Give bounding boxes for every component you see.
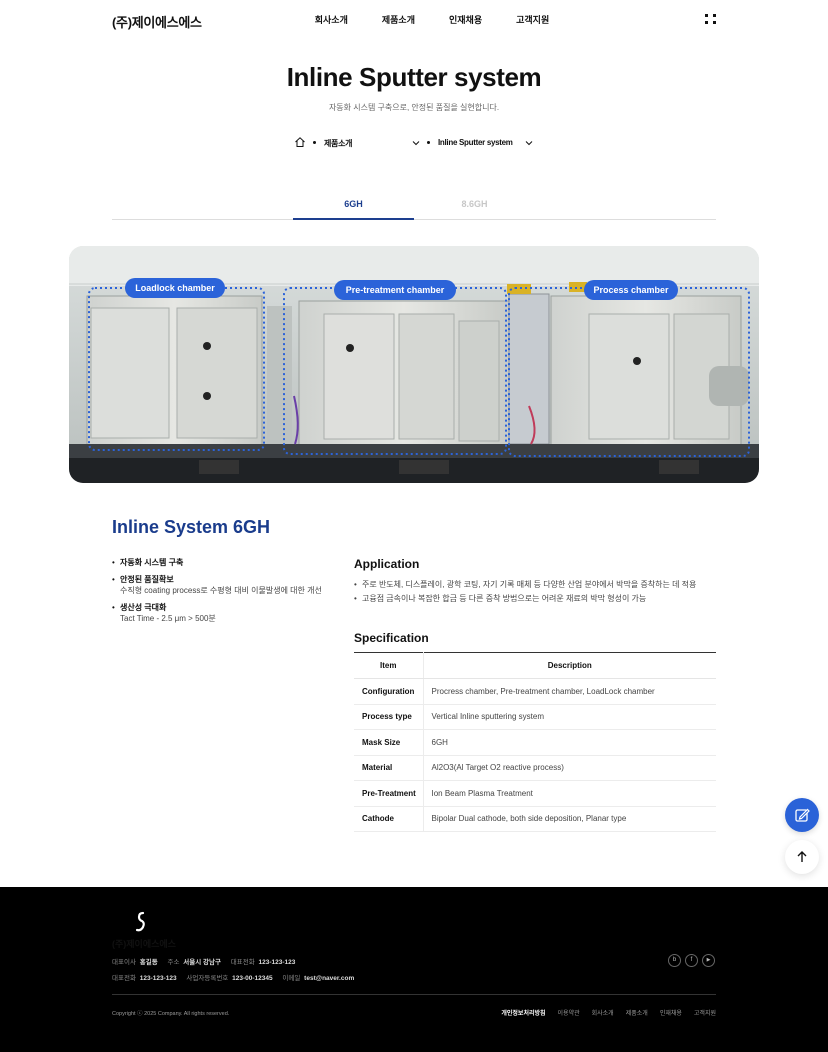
product-title: Inline System 6GH bbox=[112, 517, 271, 537]
footer-link-support[interactable]: 고객지원 bbox=[694, 1008, 716, 1017]
spec-desc: Bipolar Dual cathode, both side depositi… bbox=[423, 806, 716, 832]
scroll-top-button[interactable] bbox=[785, 840, 819, 874]
list-item: • 고융점 금속이나 복잡한 합금 등 다른 증착 방법으로는 어려운 재료의 박… bbox=[354, 592, 716, 606]
application-heading: Application bbox=[354, 557, 420, 571]
application-list: • 주로 반도체, 디스플레이, 광학 코팅, 자기 기록 매체 등 다양한 산업… bbox=[354, 578, 716, 606]
spec-desc: Vertical Inline sputtering system bbox=[423, 704, 716, 730]
table-row: Material Al2O3(Al Target O2 reactive proc… bbox=[354, 755, 716, 781]
spec-desc: Ion Beam Plasma Treatment bbox=[423, 780, 716, 807]
spec-item: Material bbox=[354, 755, 424, 781]
footer bbox=[0, 887, 828, 1052]
info-label: 대표이사 bbox=[112, 959, 136, 966]
page-title: Inline Sputter system bbox=[286, 62, 542, 92]
footer-link-privacy[interactable]: 개인정보처리방침 bbox=[501, 1008, 545, 1017]
spec-desc: Al2O3(Al Target O2 reactive process) bbox=[423, 755, 716, 781]
info-label: 사업자등록번호 bbox=[186, 975, 229, 982]
application-text: 주로 반도체, 디스플레이, 광학 코팅, 자기 기록 매체 등 다양한 산업 … bbox=[362, 580, 697, 589]
spec-item: Cathode bbox=[354, 806, 424, 832]
youtube-icon[interactable]: ▶ bbox=[702, 954, 715, 967]
footer-link-terms[interactable]: 이용약관 bbox=[558, 1008, 580, 1017]
spec-item: Mask Size bbox=[354, 729, 424, 756]
tab-active-indicator bbox=[293, 218, 414, 220]
breadcrumb-separator bbox=[427, 141, 430, 144]
nav-item-products[interactable]: 제품소개 bbox=[382, 13, 415, 26]
info-label: 대표전화 bbox=[230, 959, 255, 966]
chevron-down-icon[interactable] bbox=[524, 138, 534, 148]
info-value: 123-123-123 bbox=[258, 959, 296, 966]
list-item: • 주로 반도체, 디스플레이, 광학 코팅, 자기 기록 매체 등 다양한 산업… bbox=[354, 578, 716, 592]
footer-logo[interactable]: (주)제이에스에스 bbox=[112, 937, 176, 950]
breadcrumb-separator bbox=[313, 141, 316, 144]
nav-item-support[interactable]: 고객지원 bbox=[516, 13, 549, 26]
home-icon[interactable] bbox=[294, 136, 306, 148]
table-row: Pre-Treatment Ion Beam Plasma Treatment bbox=[354, 780, 716, 807]
blog-icon[interactable]: b bbox=[668, 954, 681, 967]
label-process-chamber: Process chamber bbox=[584, 280, 678, 300]
footer-links: 개인정보처리방침 이용약관 회사소개 제품소개 인재채용 고객지원 bbox=[0, 1008, 716, 1017]
info-value: 서울시 강남구 bbox=[183, 959, 221, 966]
write-inquiry-button[interactable] bbox=[785, 798, 819, 832]
table-row: Cathode Bipolar Dual cathode, both side d… bbox=[354, 806, 716, 832]
list-item: • 안정된 품질확보 수직형 coating process로 수평형 대비 이… bbox=[112, 575, 322, 595]
arrow-up-icon bbox=[797, 851, 807, 862]
edit-icon bbox=[795, 808, 810, 822]
label-pretreatment-chamber: Pre-treatment chamber bbox=[334, 280, 456, 300]
spec-desc: 6GH bbox=[423, 729, 716, 756]
breadcrumb-level2[interactable]: Inline Sputter system bbox=[438, 138, 513, 147]
info-label: 대표전화 bbox=[112, 975, 136, 982]
table-header-row: Item Description bbox=[354, 652, 716, 679]
table-row: Process type Vertical Inline sputtering s… bbox=[354, 704, 716, 730]
menu-grid-icon[interactable] bbox=[705, 14, 716, 24]
equipment-photo: Loadlock chamber Pre-treatment chamber P… bbox=[69, 246, 759, 483]
spec-item: Pre-Treatment bbox=[354, 780, 424, 807]
page-subtitle: 자동화 시스템 구축으로, 안정된 품질을 실현합니다. bbox=[328, 103, 500, 112]
spec-table: Item Description Configuration Procress c… bbox=[354, 652, 716, 832]
spec-desc: Procress chamber, Pre-treatment chamber,… bbox=[423, 678, 716, 705]
spec-item: Configuration bbox=[354, 678, 424, 705]
feature-desc: 수직형 coating process로 수평형 대비 이물발생에 대한 개선 bbox=[120, 586, 322, 595]
spec-item: Process type bbox=[354, 704, 424, 730]
footer-divider bbox=[112, 994, 716, 995]
nav-item-careers[interactable]: 인재채용 bbox=[449, 13, 482, 26]
list-item: • 생산성 극대화 Tact Time - 2.5 μm > 500분 bbox=[112, 603, 216, 623]
feature-title: 자동화 시스템 구축 bbox=[120, 558, 184, 567]
facebook-icon[interactable]: f bbox=[685, 954, 698, 967]
column-header-item: Item bbox=[354, 652, 424, 679]
main-nav: 회사소개 제품소개 인재채용 고객지원 bbox=[0, 13, 828, 26]
tab-8-6gh[interactable]: 8.6GH bbox=[414, 199, 535, 209]
feature-title: 안정된 품질확보 bbox=[120, 575, 174, 584]
nav-item-company[interactable]: 회사소개 bbox=[315, 13, 348, 26]
footer-link-company[interactable]: 회사소개 bbox=[592, 1008, 614, 1017]
info-label: 이메일 bbox=[282, 975, 301, 982]
info-value[interactable]: test@naver.com bbox=[304, 975, 354, 982]
list-item: • 자동화 시스템 구축 bbox=[112, 558, 184, 567]
label-loadlock-chamber: Loadlock chamber bbox=[125, 278, 225, 298]
tabs-divider bbox=[112, 219, 716, 220]
info-value: 123-123-123 bbox=[139, 975, 177, 982]
breadcrumb-level1[interactable]: 제품소개 bbox=[324, 138, 353, 149]
footer-info-row: 대표이사 홍길동 주소 서울시 강남구 대표전화 123-123-123 bbox=[112, 956, 303, 966]
table-row: Configuration Procress chamber, Pre-treat… bbox=[354, 678, 716, 705]
feature-desc: Tact Time - 2.5 μm > 500분 bbox=[120, 614, 216, 623]
info-label: 주소 bbox=[167, 959, 180, 966]
specification-heading: Specification bbox=[354, 631, 429, 645]
feature-title: 생산성 극대화 bbox=[120, 603, 167, 612]
chevron-down-icon[interactable] bbox=[411, 138, 421, 148]
table-row: Mask Size 6GH bbox=[354, 729, 716, 756]
info-value: 홍길동 bbox=[139, 959, 158, 966]
footer-link-careers[interactable]: 인재채용 bbox=[660, 1008, 682, 1017]
column-header-description: Description bbox=[423, 652, 716, 679]
breadcrumb bbox=[0, 0, 828, 1]
footer-link-products[interactable]: 제품소개 bbox=[626, 1008, 648, 1017]
footer-info-row: 대표전화 123-123-123 사업자등록번호 123-00-12345 이메… bbox=[112, 972, 362, 982]
footer-logo-mark-icon bbox=[135, 911, 145, 932]
application-text: 고융점 금속이나 복잡한 합금 등 다른 증착 방법으로는 어려운 재료의 박막… bbox=[362, 594, 647, 603]
info-value: 123-00-12345 bbox=[232, 975, 273, 982]
feature-list: • 자동화 시스템 구축 • 안정된 품질확보 수직형 coating proc… bbox=[112, 557, 342, 630]
tab-6gh[interactable]: 6GH bbox=[293, 199, 414, 209]
